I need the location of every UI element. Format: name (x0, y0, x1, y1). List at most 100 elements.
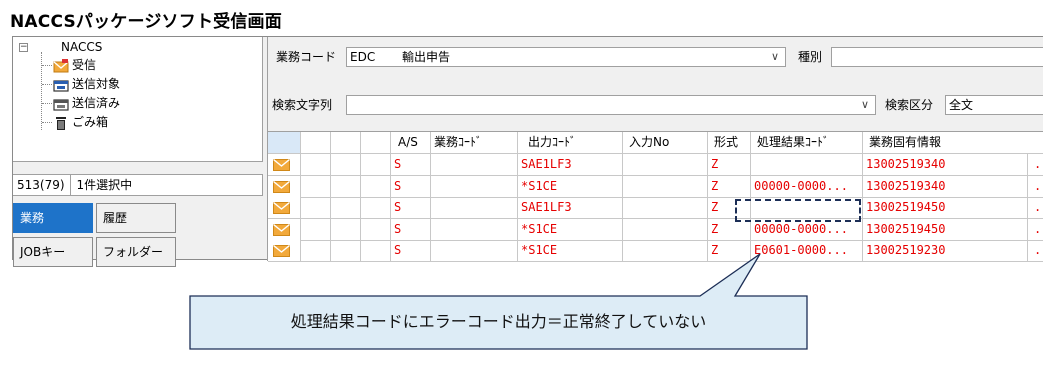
cell-output-code: *S1CE (518, 175, 623, 198)
chevron-down-icon: ∨ (770, 50, 779, 63)
cell-as: S (391, 218, 431, 241)
cell-business-info: 13002519230 (863, 240, 1028, 262)
row-blank-cell (301, 175, 331, 198)
chevron-down-icon: ∨ (860, 98, 869, 111)
search-text-label: 検索文字列 (272, 98, 333, 112)
cell-business-info: 13002519450 (863, 218, 1028, 241)
column-header-business-info[interactable]: 業務固有情報 (863, 132, 1043, 154)
tab-label: JOBキー (20, 245, 66, 259)
outbox-icon (53, 79, 69, 92)
tab-job-key[interactable]: JOBキー (13, 237, 93, 267)
tab-business[interactable]: 業務 (13, 203, 93, 233)
tree-connector (41, 52, 42, 130)
row-mail-icon-cell (268, 154, 301, 176)
business-code-value: EDC (350, 50, 376, 64)
business-code-name: 輸出申告 (402, 50, 451, 64)
tree-item-trash[interactable]: ごみ箱 (53, 113, 108, 131)
row-blank-cell (301, 240, 331, 262)
row-blank-cell (361, 240, 391, 262)
tree-item-outbox[interactable]: 送信対象 (53, 75, 120, 93)
row-blank-cell (331, 218, 361, 241)
type-field[interactable] (831, 47, 1043, 67)
tab-label: 業務 (20, 211, 45, 225)
row-mail-icon-cell (268, 240, 301, 262)
sent-box-icon (53, 98, 69, 111)
search-text-input[interactable]: ∨ (346, 95, 876, 115)
row-blank-cell (301, 197, 331, 219)
row-blank-cell (361, 218, 391, 241)
row-blank-cell (361, 154, 391, 176)
cell-format: Z (708, 240, 751, 262)
row-mail-icon-cell (268, 218, 301, 241)
cell-result-code: E0601-0000... (751, 240, 863, 262)
business-code-label: 業務コード (276, 50, 337, 64)
mail-icon (273, 180, 290, 193)
mail-icon (273, 245, 290, 257)
cell-output-code: *S1CE (518, 218, 623, 241)
message-grid: A/S 業務ｺｰﾄﾞ 出力ｺｰﾄﾞ 入力No 形式 処理結果ｺｰﾄﾞ 業務固有情… (268, 131, 1043, 262)
header-blank-cell (331, 132, 361, 154)
cell-more: .. (1028, 154, 1043, 176)
tab-label: フォルダー (103, 245, 164, 259)
row-blank-cell (301, 154, 331, 176)
cell-business-info: 13002519340 (863, 175, 1028, 198)
page-title: NACCSパッケージソフト受信画面 (10, 12, 282, 32)
cell-output-code: *S1CE (518, 240, 623, 262)
table-row[interactable]: S*S1CEZ00000-0000...13002519450.. (268, 218, 1043, 241)
tree-item-inbox[interactable]: 受信 (53, 56, 96, 74)
column-header-as[interactable]: A/S (391, 132, 431, 154)
cell-business-code (431, 240, 518, 262)
row-blank-cell (331, 240, 361, 262)
column-header-input-no[interactable]: 入力No (623, 132, 708, 154)
tree-root-naccs[interactable]: NACCS (61, 38, 102, 56)
cell-more: .. (1028, 219, 1043, 241)
column-header-business-code[interactable]: 業務ｺｰﾄﾞ (431, 132, 518, 154)
row-blank-cell (331, 175, 361, 198)
error-code-highlight (735, 199, 861, 222)
cell-input-no (623, 154, 708, 176)
row-mail-icon-cell (268, 197, 301, 219)
search-category-label: 検索区分 (885, 98, 934, 112)
message-count: 513(79) (17, 178, 65, 192)
tab-history[interactable]: 履歴 (96, 203, 176, 233)
mail-icon (273, 202, 290, 214)
tree-item-label: 送信対象 (72, 77, 121, 91)
column-header-result-code[interactable]: 処理結果ｺｰﾄﾞ (751, 132, 863, 154)
cell-input-no (623, 218, 708, 241)
cell-input-no (623, 240, 708, 262)
table-row[interactable]: S *S1CE ZE0601-0000...13002519230.. (268, 240, 1043, 262)
table-row[interactable]: S *S1CE Z00000-0000...13002519340.. (268, 175, 1043, 198)
business-code-select[interactable]: EDC 輸出申告 ∨ (346, 47, 786, 67)
inbox-mail-icon (53, 58, 69, 72)
row-blank-cell (331, 154, 361, 176)
collapse-toggle-icon[interactable]: − (19, 43, 28, 52)
search-category-select[interactable]: 全文 (945, 95, 1043, 115)
table-row[interactable]: S SAE1LF3 Z 13002519340.. (268, 154, 1043, 176)
tree-item-sent[interactable]: 送信済み (53, 94, 120, 112)
tab-folder[interactable]: フォルダー (96, 237, 176, 267)
cell-as: S (391, 240, 431, 262)
cell-input-no (623, 197, 708, 219)
header-select-cell[interactable] (268, 132, 301, 154)
row-blank-cell (361, 175, 391, 198)
tab-label: 履歴 (103, 211, 128, 225)
cell-more: .. (1028, 197, 1043, 219)
cell-business-code (431, 197, 518, 219)
cell-business-info: 13002519340 (863, 154, 1028, 176)
column-header-output-code[interactable]: 出力ｺｰﾄﾞ (518, 132, 623, 154)
type-label: 種別 (798, 50, 823, 64)
row-blank-cell (301, 218, 331, 241)
table-row[interactable]: SSAE1LF3Z13002519450.. (268, 197, 1043, 219)
cell-more: .. (1028, 240, 1043, 262)
column-header-format[interactable]: 形式 (708, 132, 751, 154)
naccs-window: − NACCS 受信 送信対象 送信済み ごみ箱 513(79) 1件選択中 業… (12, 36, 1043, 267)
grid-header: A/S 業務ｺｰﾄﾞ 出力ｺｰﾄﾞ 入力No 形式 処理結果ｺｰﾄﾞ 業務固有情… (268, 132, 1043, 154)
header-blank-cell (301, 132, 331, 154)
selection-status: 1件選択中 (76, 178, 133, 192)
tree-item-label: 受信 (72, 58, 97, 72)
tree-item-label: 送信済み (72, 96, 121, 110)
row-blank-cell (331, 197, 361, 219)
mail-icon (273, 223, 290, 236)
cell-as: S (391, 197, 431, 219)
cell-as: S (391, 154, 431, 176)
